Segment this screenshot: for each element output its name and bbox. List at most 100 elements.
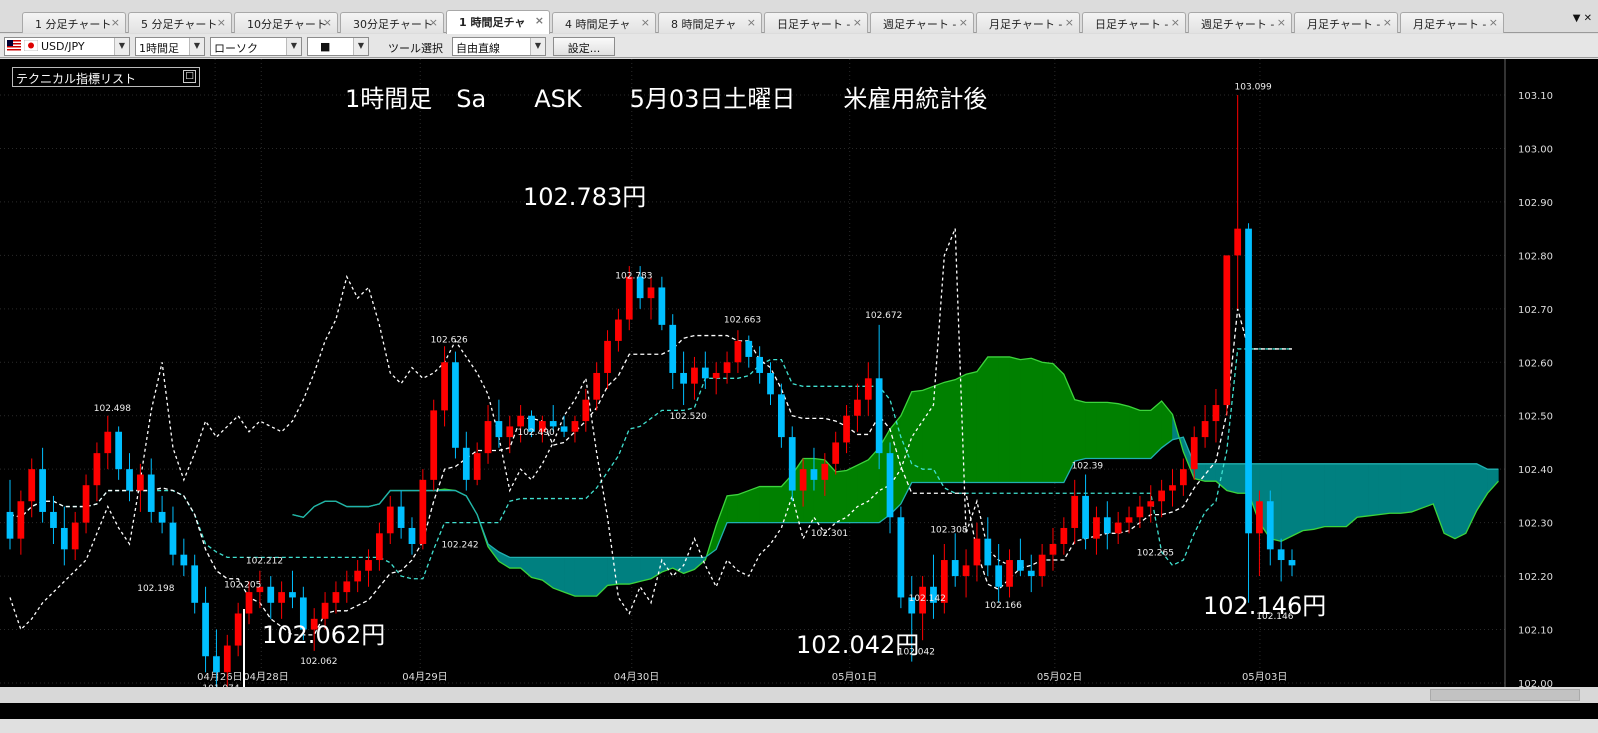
candle-body <box>386 506 394 534</box>
close-icon[interactable]: × <box>217 16 226 29</box>
scrollbar-thumb[interactable] <box>1430 689 1580 701</box>
candlestick-chart[interactable]: 103.10 103.00 102.90 102.80 102.70 102.60 102.… <box>0 59 1598 687</box>
price-label: 102.062 <box>300 657 337 667</box>
close-icon[interactable]: × <box>747 16 756 29</box>
indicator-list-panel[interactable]: テクニカル指標リスト □ <box>12 67 200 87</box>
cloud-segment <box>1031 357 1043 483</box>
close-icon[interactable]: × <box>1171 16 1180 29</box>
candle-body <box>169 522 177 555</box>
candle-body <box>647 287 655 299</box>
tool-value-label: 自由直線 <box>456 42 500 55</box>
candle-body <box>1114 522 1122 534</box>
close-icon[interactable]: × <box>959 16 968 29</box>
tab-label: 月足チャート - <box>1413 18 1487 31</box>
tab-1[interactable]: 5 分足チャート × <box>128 12 232 33</box>
cloud-segment <box>1443 463 1456 540</box>
x-tick-label: 04月28日 <box>243 671 288 683</box>
cloud-segment <box>1009 356 1021 483</box>
cloud-segment <box>976 356 989 483</box>
price-label: 102.242 <box>441 541 478 551</box>
cloud-segment <box>1117 403 1130 459</box>
y-tick-label: 103.00 <box>1518 144 1553 155</box>
style-select[interactable]: ■ ▼ <box>307 37 369 56</box>
close-icon[interactable]: × <box>1065 16 1074 29</box>
tab-label: 8 時間足チャ <box>671 18 737 31</box>
y-tick-label: 102.20 <box>1518 572 1553 583</box>
candle-body <box>17 501 25 539</box>
tab-11[interactable]: 週足チャート - × <box>1188 12 1292 33</box>
tab-label: 1 時間足チャ <box>459 16 526 29</box>
tab-5[interactable]: 4 時間足チャ × <box>552 12 656 33</box>
chevron-down-icon: ▼ <box>114 38 129 55</box>
candle-body <box>104 431 112 454</box>
cloud-segment <box>868 447 880 523</box>
toolbar: USD/JPY ▼ 1時間足 ▼ ローソク ▼ ■ ▼ ツール選択 自由直線 ▼… <box>0 34 1598 58</box>
tab-9[interactable]: 月足チャート - × <box>976 12 1080 33</box>
currency-pair-select[interactable]: USD/JPY ▼ <box>4 37 130 56</box>
cloud-segment <box>1052 363 1065 483</box>
tool-select[interactable]: 自由直線 ▼ <box>452 37 546 56</box>
cloud-segment <box>1280 463 1293 542</box>
close-icon[interactable]: × <box>1277 16 1286 29</box>
cloud-segment <box>1128 406 1141 459</box>
chart-area[interactable]: 103.10 103.00 102.90 102.80 102.70 102.60 102.… <box>0 59 1598 719</box>
candle-body <box>202 602 209 657</box>
tab-7[interactable]: 日足チャート - × <box>764 12 868 33</box>
tool-select-label: ツール選択 <box>388 42 443 55</box>
tab-3[interactable]: 30分足チャート × <box>340 12 444 33</box>
price-label: 102.212 <box>246 557 283 567</box>
tab-6[interactable]: 8 時間足チャ × <box>658 12 762 33</box>
candle-body <box>397 506 405 528</box>
tab-label: 週足チャート - <box>883 18 957 31</box>
tab-4[interactable]: 1 時間足チャ × <box>446 10 550 34</box>
close-icon[interactable]: × <box>641 16 650 29</box>
candle-body <box>821 463 829 480</box>
style-label: ■ <box>320 40 331 53</box>
candle-body <box>517 415 524 427</box>
cloud-segment <box>1041 361 1054 483</box>
candle-body <box>332 592 340 603</box>
candle-body <box>1277 549 1285 561</box>
y-tick-label: 102.70 <box>1518 305 1553 316</box>
candle-body <box>126 469 133 491</box>
close-icon[interactable]: × <box>111 16 120 29</box>
y-tick-label: 102.30 <box>1518 519 1553 530</box>
price-label: 102.672 <box>865 311 902 321</box>
y-tick-label: 102.60 <box>1518 358 1553 369</box>
cloud-segment <box>726 494 739 523</box>
candle-body <box>495 421 503 438</box>
price-label: 102.783 <box>615 271 652 281</box>
tab-menu-icon[interactable]: ▼ ✕ <box>1573 13 1592 24</box>
y-tick-label: 103.10 <box>1518 91 1553 102</box>
tab-2[interactable]: 10分足チャート × <box>234 12 338 33</box>
chevron-down-icon: ▼ <box>189 38 204 55</box>
candle-body <box>354 570 362 582</box>
price-annotation: 102.042円 <box>796 631 919 659</box>
price-label: 102.520 <box>670 412 707 422</box>
close-icon[interactable]: × <box>535 14 544 27</box>
expand-icon[interactable]: □ <box>183 70 196 83</box>
tab-12[interactable]: 月足チャート - × <box>1294 12 1398 33</box>
settings-button[interactable]: 設定... <box>553 37 615 56</box>
tab-0[interactable]: 1 分足チャート × <box>22 12 126 33</box>
cloud-segment <box>1324 463 1336 527</box>
candle-body <box>158 511 166 523</box>
timeframe-select[interactable]: 1時間足 ▼ <box>135 37 205 56</box>
tab-8[interactable]: 週足チャート - × <box>870 12 974 33</box>
close-icon[interactable]: × <box>429 16 438 29</box>
candle-body <box>615 319 622 341</box>
candle-body <box>1071 495 1079 528</box>
tab-10[interactable]: 日足チャート - × <box>1082 12 1186 33</box>
cloud-segment <box>629 557 641 585</box>
close-icon[interactable]: × <box>853 16 862 29</box>
candle-body <box>245 592 253 614</box>
cloud-segment <box>552 557 565 593</box>
candle-body <box>973 538 981 566</box>
close-icon[interactable]: × <box>1383 16 1392 29</box>
close-icon[interactable]: × <box>1489 16 1498 29</box>
close-icon[interactable]: × <box>323 16 332 29</box>
chart-type-select[interactable]: ローソク ▼ <box>210 37 302 56</box>
tab-13[interactable]: 月足チャート - × <box>1400 12 1504 33</box>
horizontal-scrollbar[interactable] <box>0 687 1598 703</box>
cloud-segment <box>1487 468 1499 494</box>
